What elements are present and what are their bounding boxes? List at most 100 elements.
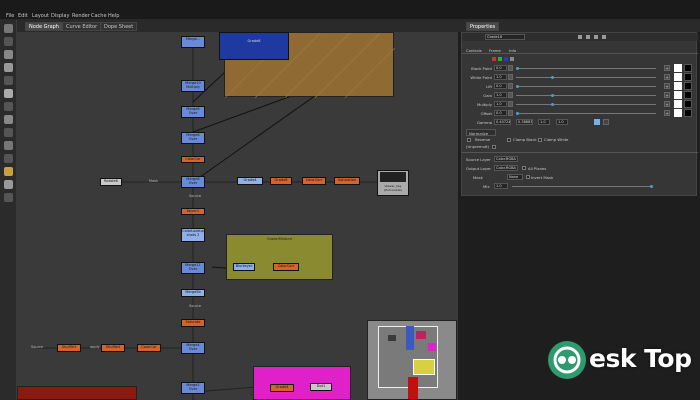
gain-swatch-white[interactable] — [674, 91, 682, 99]
tab-info[interactable]: Info — [509, 48, 516, 53]
whitepoint-swatch-white[interactable] — [674, 73, 682, 81]
lift-expand-button[interactable]: + — [664, 83, 670, 89]
lift-swatch-white[interactable] — [674, 82, 682, 90]
multiply-value[interactable]: 1.0 — [494, 101, 507, 107]
offset-value[interactable]: 0.0 — [494, 110, 507, 116]
mix-value[interactable]: 1.0 — [494, 183, 508, 189]
draw-tool-icon[interactable] — [4, 63, 13, 72]
blackpoint-picker[interactable] — [508, 65, 513, 71]
views-tool-icon[interactable] — [4, 180, 13, 189]
grade-backdrop-blue[interactable]: Grade8 — [219, 32, 289, 60]
time-tool-icon[interactable] — [4, 76, 13, 85]
tab-curve-editor[interactable]: Curve Editor — [62, 22, 102, 31]
node-merge2[interactable]: Merge2 Over — [181, 382, 205, 394]
node-colorcorr-2[interactable]: ColorCorr — [273, 263, 299, 271]
lift-slider[interactable] — [516, 85, 656, 88]
close-icon[interactable] — [602, 35, 606, 39]
gain-value[interactable]: 1.0 — [494, 92, 507, 98]
node-colorcorrect-1[interactable]: ColorCor — [181, 156, 205, 163]
image-tool-icon[interactable] — [4, 50, 13, 59]
unpremult-checkbox[interactable] — [492, 145, 496, 149]
menu-layout[interactable]: Layout — [32, 13, 49, 19]
tab-dope-sheet[interactable]: Dope Sheet — [100, 22, 138, 31]
whitepoint-swatch-black[interactable] — [684, 73, 692, 81]
mix-slider[interactable] — [512, 185, 653, 188]
blackpoint-slider[interactable] — [516, 67, 656, 70]
node-saturate[interactable]: Saturate — [181, 319, 205, 327]
gamma-picker-button[interactable] — [603, 119, 609, 125]
channel-tool-icon[interactable] — [4, 89, 13, 98]
paint-tool-icon[interactable] — [4, 37, 13, 46]
node-colorcorr[interactable]: ColorCorr — [302, 177, 326, 185]
node-colorlookup[interactable]: ColorLookup shots 2 — [181, 228, 205, 242]
gain-expand-button[interactable]: + — [664, 92, 670, 98]
backdrop-pink[interactable] — [253, 366, 351, 400]
gain-picker[interactable] — [508, 92, 513, 98]
menu-edit[interactable]: Edit — [18, 13, 28, 19]
node-merge8[interactable]: Merge8 Over — [181, 176, 205, 188]
backdrop-red[interactable] — [17, 386, 137, 400]
menu-file[interactable]: File — [6, 13, 14, 19]
node-dot[interactable]: Dot1 — [310, 383, 332, 391]
node-keyer[interactable]: Keyer1 — [181, 208, 205, 215]
tab-frame[interactable]: Frame — [489, 48, 501, 53]
node-grade4[interactable]: Grade4 — [237, 177, 263, 185]
multiply-expand-button[interactable]: + — [664, 101, 670, 107]
node-blurkeyer[interactable]: Blurkeyer — [233, 263, 255, 271]
node-merge5b[interactable]: Merge5b — [181, 289, 205, 297]
blackpoint-value[interactable]: 0.0 — [494, 65, 507, 71]
filter-tool-icon[interactable] — [4, 115, 13, 124]
menu-cache[interactable]: Cache — [91, 13, 107, 19]
node-name-field[interactable]: Grade16 — [485, 34, 525, 40]
blackpoint-swatch-white[interactable] — [674, 64, 682, 72]
channel-selector[interactable] — [492, 57, 532, 62]
tab-controls[interactable]: Controls — [466, 48, 482, 53]
whitepoint-expand-button[interactable]: + — [664, 74, 670, 80]
pointer-tool-icon[interactable] — [4, 24, 13, 33]
green-channel-icon[interactable] — [498, 57, 502, 61]
menu-help[interactable]: Help — [108, 13, 119, 19]
gamma-b[interactable]: 1.0 — [538, 119, 550, 125]
merge-tool-icon[interactable] — [4, 141, 13, 150]
color-tool-icon[interactable] — [4, 102, 13, 111]
gain-slider[interactable] — [516, 94, 656, 97]
node-merge4[interactable]: Merge4 Over — [181, 342, 205, 354]
node-merge10[interactable]: Merge10 Multiply — [181, 80, 205, 92]
whitepoint-slider[interactable] — [516, 76, 656, 79]
alpha-channel-icon[interactable] — [510, 57, 514, 61]
node-top-merge[interactable]: Merge... — [181, 36, 205, 48]
clamp-white-checkbox[interactable] — [538, 138, 542, 142]
offset-swatch-black[interactable] — [684, 109, 692, 117]
whitepoint-picker[interactable] — [508, 74, 513, 80]
blue-channel-icon[interactable] — [504, 57, 508, 61]
gamma-color-swatch[interactable] — [594, 119, 600, 125]
gamma-a[interactable]: 1.0 — [556, 119, 568, 125]
blackpoint-expand-button[interactable]: + — [664, 65, 670, 71]
node-merge6[interactable]: Merge6 Over — [181, 106, 205, 118]
multiply-picker[interactable] — [508, 101, 513, 107]
settings-icon[interactable] — [586, 35, 590, 39]
multiply-slider[interactable] — [516, 103, 656, 106]
node-colorcor-3[interactable]: ColorCor — [137, 344, 161, 352]
node-shuffle3[interactable]: Shuffle3 — [57, 344, 81, 352]
source-layer-select[interactable]: Color.RGBA — [494, 156, 518, 162]
color-chip-icon[interactable] — [578, 35, 582, 39]
multiply-swatch-white[interactable] — [674, 100, 682, 108]
offset-slider[interactable] — [516, 112, 656, 115]
keyer-tool-icon[interactable] — [4, 128, 13, 137]
offset-expand-button[interactable]: + — [664, 110, 670, 116]
3d-tool-icon[interactable] — [4, 167, 13, 176]
expand-icon[interactable] — [594, 35, 598, 39]
node-shuffle4[interactable]: Shuffle4 — [101, 344, 125, 352]
metadata-tool-icon[interactable] — [4, 193, 13, 202]
gamma-g[interactable]: 0.38883 — [516, 119, 533, 125]
lift-swatch-black[interactable] — [684, 82, 692, 90]
blackpoint-swatch-black[interactable] — [684, 64, 692, 72]
clamp-black-checkbox[interactable] — [507, 138, 511, 142]
red-channel-icon[interactable] — [492, 57, 496, 61]
offset-swatch-white[interactable] — [674, 109, 682, 117]
node-grade-pink[interactable]: Grade4 — [270, 384, 294, 392]
node-merge11[interactable]: Merge11 Over — [181, 262, 205, 274]
backdrop-olive[interactable]: Grade/Mixture — [226, 234, 333, 280]
whitepoint-value[interactable]: 1.0 — [494, 74, 507, 80]
